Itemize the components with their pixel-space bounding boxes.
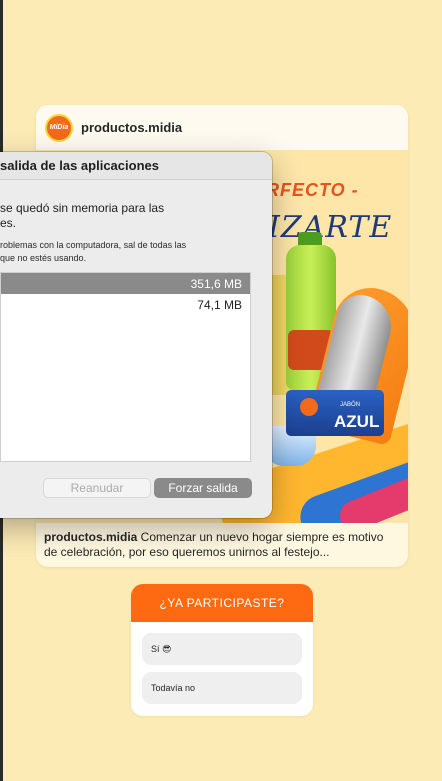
- avatar[interactable]: MiDia: [45, 113, 73, 142]
- soap-label-small: JABÓN: [340, 402, 361, 408]
- soap-label: AZUL: [334, 412, 380, 431]
- poll-sticker[interactable]: ¿YA PARTICIPASTE? Sí 😎 Todavía no: [131, 584, 313, 716]
- poll-header: ¿YA PARTICIPASTE?: [131, 584, 313, 622]
- poll-option-yes[interactable]: Sí 😎: [142, 633, 302, 665]
- force-quit-button[interactable]: Forzar salida: [154, 478, 252, 498]
- app-memory: 74,1 MB: [197, 297, 242, 312]
- dialog-sub-message: roblemas con la computadora, sal de toda…: [0, 240, 187, 263]
- force-quit-dialog[interactable]: salida de las aplicaciones se quedó sin …: [0, 152, 272, 518]
- dialog-titlebar[interactable]: salida de las aplicaciones: [0, 152, 272, 180]
- app-memory: 351,6 MB: [190, 276, 242, 291]
- poll-option-not-yet[interactable]: Todavía no: [142, 672, 302, 704]
- promo-subheadline: IZARTE: [268, 210, 393, 245]
- dialog-title: salida de las aplicaciones: [0, 158, 159, 173]
- avatar-logo-text: MiDia: [49, 124, 69, 131]
- dialog-message: se quedó sin memoria para las es.: [0, 201, 165, 230]
- caption-username[interactable]: productos.midia: [44, 530, 137, 544]
- app-row[interactable]: 351,6 MB: [1, 273, 250, 294]
- app-row[interactable]: 74,1 MB: [1, 294, 250, 315]
- post-username[interactable]: productos.midia: [81, 120, 182, 135]
- soap-brand-logo: [300, 398, 318, 416]
- app-list[interactable]: 351,6 MB 74,1 MB: [0, 272, 251, 462]
- resume-button[interactable]: Reanudar: [43, 478, 151, 498]
- poll-question: ¿YA PARTICIPASTE?: [159, 596, 285, 610]
- promo-headline: RFECTO -: [266, 180, 359, 200]
- post-caption: productos.midia Comenzar un nuevo hogar …: [44, 530, 400, 560]
- post-header: MiDia productos.midia: [36, 105, 408, 150]
